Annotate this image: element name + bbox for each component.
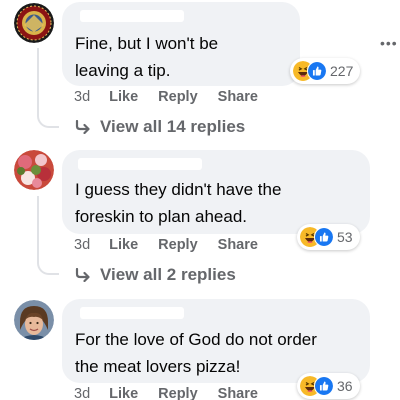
like-reaction-icon [314, 376, 334, 396]
reaction-summary[interactable]: 53 [297, 224, 360, 250]
comment-text-line: For the love of God do not order [75, 330, 317, 349]
comment-text-line: leaving a tip. [75, 61, 171, 80]
comment-bubble: I guess they didn't have the foreskin to… [62, 150, 370, 234]
like-reaction-icon [307, 61, 327, 81]
reply-arrow-icon [75, 120, 90, 134]
thread-line [37, 196, 39, 263]
avatar[interactable] [14, 150, 54, 190]
thread-curve [37, 114, 59, 128]
view-replies-label: View all 2 replies [100, 265, 236, 284]
timestamp[interactable]: 3d [74, 386, 90, 400]
comment-text: I guess they didn't have the foreskin to… [75, 176, 281, 230]
comment-text: For the love of God do not order the mea… [75, 326, 317, 380]
like-button[interactable]: Like [109, 237, 138, 253]
reply-button[interactable]: Reply [158, 237, 198, 253]
share-button[interactable]: Share [218, 237, 258, 253]
author-name-redacted[interactable] [80, 307, 184, 319]
view-replies-link[interactable]: View all 14 replies [75, 117, 245, 137]
reaction-count: 36 [337, 378, 353, 394]
share-button[interactable]: Share [218, 386, 258, 400]
author-name-redacted[interactable] [78, 158, 202, 170]
reply-arrow-icon [75, 268, 90, 282]
view-replies-link[interactable]: View all 2 replies [75, 265, 236, 285]
reaction-summary[interactable]: 227 [290, 58, 361, 84]
reply-button[interactable]: Reply [158, 89, 198, 105]
thread-line [37, 48, 39, 116]
like-reaction-icon [314, 227, 334, 247]
avatar[interactable] [14, 300, 54, 340]
like-button[interactable]: Like [109, 89, 138, 105]
thread-curve [37, 261, 59, 275]
reaction-count: 53 [337, 229, 353, 245]
like-button[interactable]: Like [109, 386, 138, 400]
reaction-summary[interactable]: 36 [297, 373, 360, 399]
author-name-redacted[interactable] [80, 10, 184, 22]
comment-text: Fine, but I won't be leaving a tip. [75, 30, 218, 84]
timestamp[interactable]: 3d [74, 89, 90, 105]
comment-bubble: Fine, but I won't be leaving a tip. [62, 2, 300, 86]
comment-text-line: the meat lovers pizza! [75, 357, 241, 376]
comment-bubble: For the love of God do not order the mea… [62, 299, 370, 383]
view-replies-label: View all 14 replies [100, 117, 246, 136]
comment-actions: 3d Like Reply Share [74, 89, 278, 105]
reply-button[interactable]: Reply [158, 386, 198, 400]
comment-text-line: foreskin to plan ahead. [75, 207, 248, 226]
timestamp[interactable]: 3d [74, 237, 90, 253]
comment-actions: 3d Like Reply Share [74, 386, 278, 400]
more-options-icon[interactable]: ••• [380, 35, 398, 51]
comment-text-line: Fine, but I won't be [75, 34, 219, 53]
reaction-count: 227 [330, 63, 354, 79]
comment-text-line: I guess they didn't have the [75, 180, 282, 199]
avatar[interactable] [14, 3, 54, 43]
share-button[interactable]: Share [218, 89, 258, 105]
comment-actions: 3d Like Reply Share [74, 237, 278, 253]
